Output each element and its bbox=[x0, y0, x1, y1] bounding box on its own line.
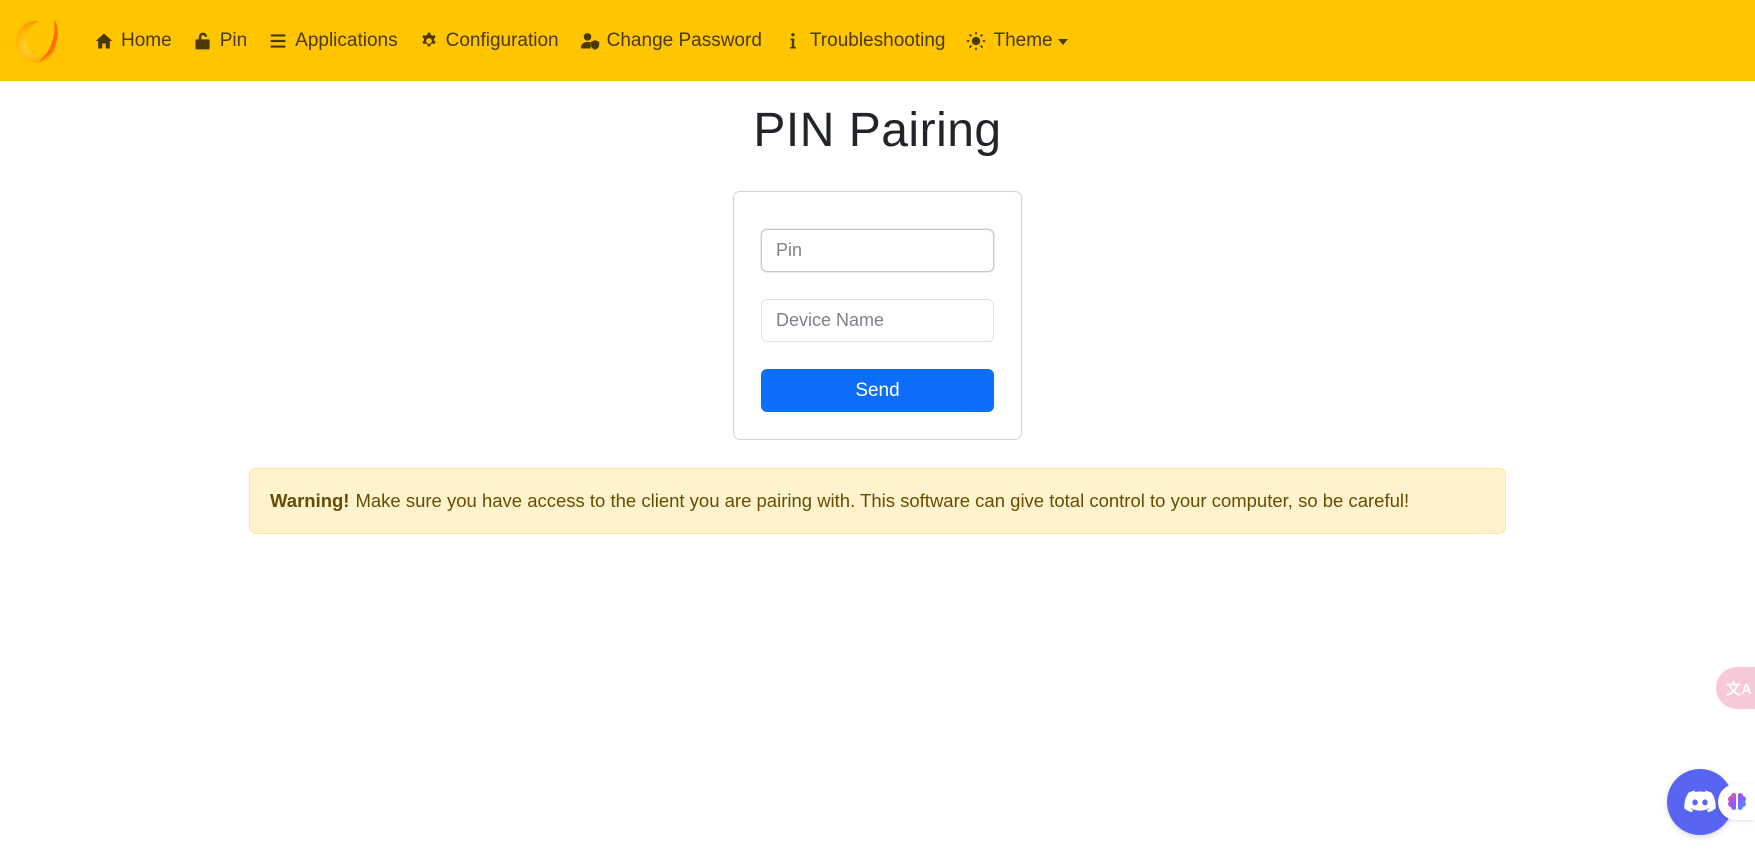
nav-troubleshooting[interactable]: Troubleshooting bbox=[782, 21, 946, 61]
nav-theme-label: Theme bbox=[993, 29, 1053, 51]
theme-gear-icon bbox=[965, 30, 987, 52]
translate-icon: 文A bbox=[1726, 680, 1752, 698]
ai-assistant-widget[interactable] bbox=[1718, 784, 1755, 820]
info-icon bbox=[782, 30, 804, 52]
translate-widget[interactable]: 文A bbox=[1716, 667, 1755, 709]
pin-pairing-card: Send bbox=[733, 191, 1022, 440]
nav-pin[interactable]: Pin bbox=[192, 21, 247, 61]
alert-message: Make sure you have access to the client … bbox=[355, 490, 1410, 511]
caret-down-icon bbox=[1057, 38, 1068, 45]
list-icon bbox=[267, 30, 289, 52]
nav-change-password[interactable]: Change Password bbox=[579, 21, 762, 61]
home-icon bbox=[93, 30, 115, 52]
pin-input[interactable] bbox=[761, 229, 994, 272]
nav-configuration[interactable]: Configuration bbox=[418, 21, 559, 61]
unlock-icon bbox=[192, 30, 214, 52]
device-name-input[interactable] bbox=[761, 299, 994, 342]
nav-applications-label: Applications bbox=[295, 29, 398, 51]
top-navbar: Home Pin Applications Configuration Chan… bbox=[0, 0, 1755, 81]
brain-icon bbox=[1727, 793, 1746, 810]
nav-home[interactable]: Home bbox=[93, 21, 172, 61]
send-button[interactable]: Send bbox=[761, 369, 994, 412]
nav-pin-label: Pin bbox=[219, 29, 248, 51]
page-title: PIN Pairing bbox=[753, 104, 1002, 157]
nav-change-password-label: Change Password bbox=[606, 29, 762, 51]
gear-icon bbox=[418, 30, 440, 52]
user-shield-icon bbox=[579, 30, 601, 52]
nav-troubleshooting-label: Troubleshooting bbox=[809, 29, 946, 51]
nav-menu: Home Pin Applications Configuration Chan… bbox=[93, 0, 1068, 81]
warning-alert: Warning! Make sure you have access to th… bbox=[249, 468, 1506, 534]
nav-applications[interactable]: Applications bbox=[267, 21, 398, 61]
nav-home-label: Home bbox=[121, 29, 172, 51]
nav-configuration-label: Configuration bbox=[445, 29, 559, 51]
sunshine-logo-icon bbox=[16, 20, 58, 63]
discord-icon bbox=[1684, 790, 1716, 813]
brand-logo[interactable] bbox=[14, 14, 62, 66]
nav-theme-dropdown[interactable]: Theme bbox=[965, 21, 1068, 61]
alert-strong: Warning! bbox=[270, 490, 350, 511]
